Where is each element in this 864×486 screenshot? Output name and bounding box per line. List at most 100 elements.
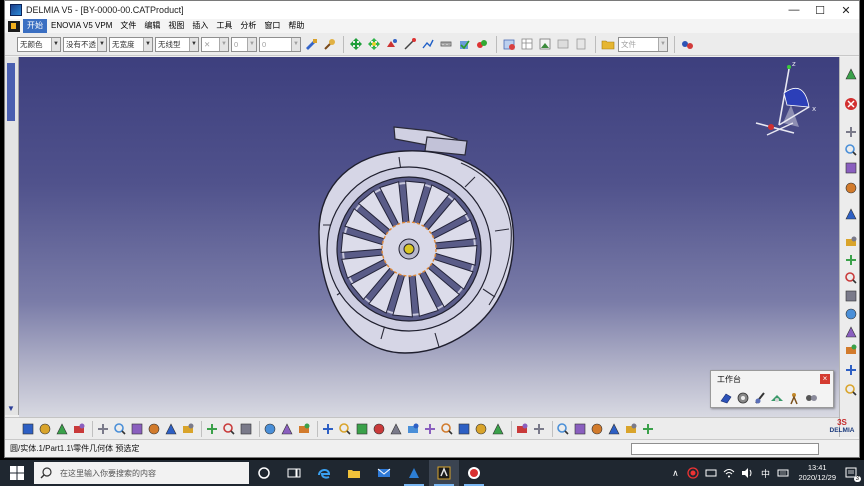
graph-icon[interactable] bbox=[624, 422, 638, 436]
delmia-taskbar-icon[interactable] bbox=[429, 460, 459, 486]
scroll-thumb[interactable] bbox=[7, 63, 15, 121]
close-button[interactable]: ✕ bbox=[833, 1, 859, 19]
file-explorer-icon[interactable] bbox=[339, 460, 369, 486]
update-icon[interactable] bbox=[501, 37, 516, 52]
point-symbol-combo[interactable]: ✕ ▼ bbox=[201, 36, 229, 52]
minimize-button[interactable]: — bbox=[781, 1, 807, 19]
tools-icon[interactable] bbox=[556, 422, 570, 436]
copy-icon[interactable] bbox=[113, 422, 127, 436]
clock[interactable]: 13:41 2020/12/29 bbox=[798, 463, 836, 483]
save-icon[interactable] bbox=[55, 422, 69, 436]
zoom-out-icon[interactable] bbox=[389, 422, 403, 436]
apply-icon[interactable] bbox=[456, 37, 471, 52]
painter-icon[interactable] bbox=[303, 37, 318, 52]
explode-icon[interactable] bbox=[844, 363, 858, 377]
ime-indicator[interactable]: 中 bbox=[758, 466, 772, 480]
open-icon[interactable] bbox=[38, 422, 52, 436]
edge-browser-icon[interactable] bbox=[309, 460, 339, 486]
move-alt-icon[interactable] bbox=[366, 37, 381, 52]
snap-icon[interactable] bbox=[384, 37, 399, 52]
table-icon[interactable] bbox=[239, 422, 253, 436]
image-icon[interactable] bbox=[844, 125, 858, 139]
light-icon[interactable] bbox=[607, 422, 621, 436]
angle-icon[interactable] bbox=[844, 343, 858, 357]
rotate-icon[interactable] bbox=[355, 422, 369, 436]
library-icon[interactable] bbox=[573, 37, 588, 52]
iso-view-icon[interactable] bbox=[440, 422, 454, 436]
wifi-icon[interactable] bbox=[722, 466, 736, 480]
recorder-icon[interactable] bbox=[459, 460, 489, 486]
constraint-icon[interactable] bbox=[844, 253, 858, 267]
cut-icon[interactable] bbox=[96, 422, 110, 436]
left-scroll-strip[interactable]: ▼ bbox=[5, 57, 19, 415]
search-icon[interactable] bbox=[573, 422, 587, 436]
volume-icon[interactable] bbox=[740, 466, 754, 480]
assembly-design-icon[interactable] bbox=[736, 391, 750, 405]
fan-assembly-model[interactable] bbox=[318, 126, 515, 354]
redo-icon[interactable] bbox=[164, 422, 178, 436]
simulation-icon[interactable] bbox=[770, 391, 784, 405]
coincidence-icon[interactable] bbox=[844, 289, 858, 303]
color-combo[interactable]: 无颜色 ▼ bbox=[17, 36, 61, 52]
compass-widget[interactable]: z x bbox=[755, 60, 816, 136]
file-combo[interactable]: 文件 ▼ bbox=[618, 36, 668, 52]
menu-help[interactable]: 帮助 bbox=[284, 19, 308, 33]
maximize-button[interactable]: ☐ bbox=[807, 1, 833, 19]
zoom-in-icon[interactable] bbox=[372, 422, 386, 436]
start-button[interactable] bbox=[0, 460, 34, 486]
3d-model-canvas[interactable]: z x bbox=[19, 57, 839, 417]
notification-center-icon[interactable]: 3 bbox=[844, 466, 861, 482]
snap-icon[interactable] bbox=[844, 235, 858, 249]
line-thickness-combo[interactable]: 无宽度 ▼ bbox=[109, 36, 153, 52]
delmia-menu-icon[interactable] bbox=[8, 20, 20, 32]
layer-combo[interactable]: 0 ▼ bbox=[231, 36, 257, 52]
network-icon[interactable] bbox=[704, 466, 718, 480]
hide-show-icon[interactable] bbox=[474, 422, 488, 436]
table-icon[interactable] bbox=[519, 37, 534, 52]
taskbar-search[interactable]: 在这里输入你要搜索的内容 bbox=[34, 462, 249, 484]
part-icon[interactable] bbox=[844, 161, 858, 175]
move-part-icon[interactable] bbox=[844, 207, 858, 221]
menu-window[interactable]: 窗口 bbox=[260, 19, 284, 33]
drafting-icon[interactable] bbox=[753, 391, 767, 405]
menu-file[interactable]: 文件 bbox=[116, 19, 140, 33]
kinematics-icon[interactable] bbox=[804, 391, 818, 405]
sketch-icon[interactable] bbox=[402, 37, 417, 52]
paste-icon[interactable] bbox=[130, 422, 144, 436]
undo-icon[interactable] bbox=[147, 422, 161, 436]
keyboard-icon[interactable] bbox=[776, 466, 790, 480]
shading-icon[interactable] bbox=[457, 422, 471, 436]
help-icon[interactable] bbox=[181, 422, 195, 436]
fly-icon[interactable] bbox=[297, 422, 311, 436]
stop-icon[interactable] bbox=[844, 97, 858, 111]
comment-icon[interactable] bbox=[222, 422, 236, 436]
menu-analyze[interactable]: 分析 bbox=[236, 19, 260, 33]
part-design-icon[interactable] bbox=[719, 391, 733, 405]
catalog-icon[interactable] bbox=[641, 422, 655, 436]
menu-start[interactable]: 开始 bbox=[23, 19, 47, 33]
scroll-down-icon[interactable]: ▼ bbox=[7, 405, 15, 413]
new-icon[interactable] bbox=[21, 422, 35, 436]
menu-insert[interactable]: 插入 bbox=[188, 19, 212, 33]
offset-icon[interactable] bbox=[844, 325, 858, 339]
camera-icon[interactable] bbox=[515, 422, 529, 436]
swap-icon[interactable] bbox=[491, 422, 505, 436]
workbench-close-icon[interactable]: × bbox=[820, 374, 830, 384]
menu-view[interactable]: 视图 bbox=[164, 19, 188, 33]
product-icon[interactable] bbox=[844, 143, 858, 157]
chevron-up-icon[interactable]: ∧ bbox=[668, 466, 682, 480]
assembly-icon[interactable] bbox=[474, 37, 489, 52]
record-indicator-icon[interactable] bbox=[686, 466, 700, 480]
line-type-combo[interactable]: 无线型 ▼ bbox=[155, 36, 199, 52]
navigate-icon[interactable] bbox=[844, 67, 858, 81]
move-icon[interactable] bbox=[348, 37, 363, 52]
formula-icon[interactable] bbox=[205, 422, 219, 436]
normal-view-icon[interactable] bbox=[406, 422, 420, 436]
command-input[interactable] bbox=[631, 442, 819, 455]
catia-launcher-icon[interactable] bbox=[399, 460, 429, 486]
print-icon[interactable] bbox=[72, 422, 86, 436]
measure-icon[interactable] bbox=[844, 383, 858, 397]
knowledge-icon[interactable] bbox=[263, 422, 277, 436]
mail-icon[interactable] bbox=[369, 460, 399, 486]
layer-filter-combo[interactable]: 0 ▼ bbox=[259, 36, 301, 52]
